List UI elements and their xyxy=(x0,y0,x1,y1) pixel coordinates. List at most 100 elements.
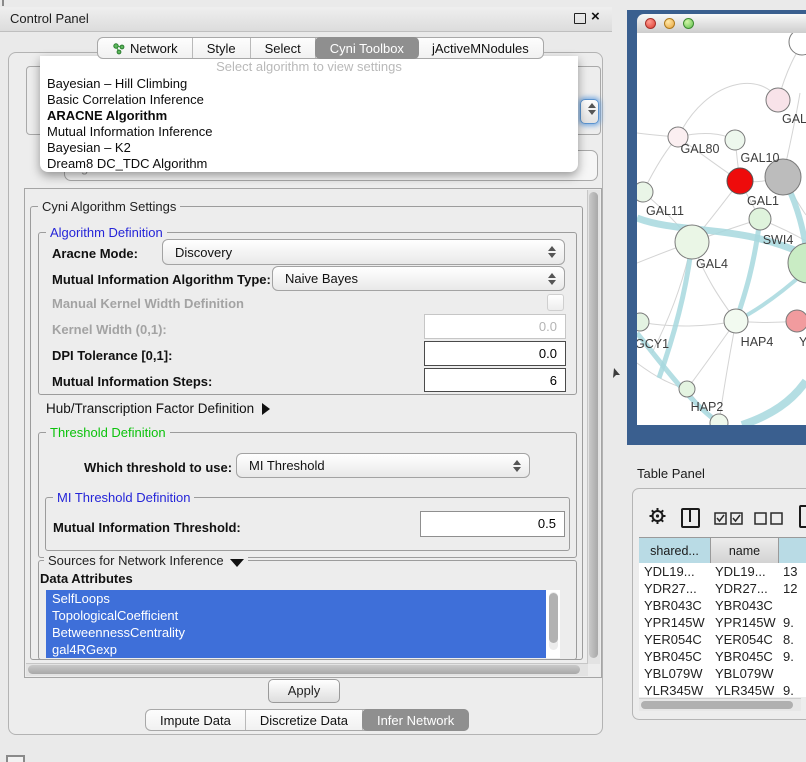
table-row[interactable]: YBL079WYBL079W xyxy=(639,665,806,682)
data-attributes-list: SelfLoops TopologicalCoefficient Between… xyxy=(46,590,560,658)
control-panel-tabs: Network Style Select Cyni Toolbox jActiv… xyxy=(97,37,544,59)
column-header-partial[interactable] xyxy=(779,538,806,564)
tab-cyni-toolbox[interactable]: Cyni Toolbox xyxy=(315,37,419,59)
svg-text:SWI4: SWI4 xyxy=(763,233,794,247)
svg-text:GAL1: GAL1 xyxy=(747,194,779,208)
node-swi4 xyxy=(749,208,771,230)
list-item[interactable]: SelfLoops xyxy=(46,590,546,607)
dpi-tolerance-field[interactable]: 0.0 xyxy=(424,341,566,366)
mi-threshold-field[interactable]: 0.5 xyxy=(420,511,565,537)
algorithm-definition-title: Algorithm Definition xyxy=(46,225,167,240)
list-scrollbar[interactable] xyxy=(549,592,558,650)
algorithm-dropdown-popup: Select algorithm to view settings Bayesi… xyxy=(40,56,578,172)
svg-text:HAP4: HAP4 xyxy=(741,335,774,349)
popup-item[interactable]: Bayesian – Hill Climbing xyxy=(40,76,578,92)
node-hap2 xyxy=(679,381,695,397)
disclosure-down-icon xyxy=(230,559,244,567)
node xyxy=(786,310,806,332)
node-gal1 xyxy=(727,168,753,194)
aracne-mode-combo[interactable]: Discovery xyxy=(162,239,565,265)
svg-text:GAL10: GAL10 xyxy=(741,151,780,165)
network-canvas[interactable]: GAL GAL80 GAL10 GAL1 SWI4 GAL11 GAL4 GCY… xyxy=(637,33,806,425)
table-row[interactable]: YBR043CYBR043C xyxy=(639,597,806,614)
popup-item[interactable]: Mutual Information Inference xyxy=(40,124,578,140)
dpi-tolerance-label: DPI Tolerance [0,1]: xyxy=(52,348,172,363)
table-row[interactable]: YER054CYER054C8. xyxy=(639,631,806,648)
table-row[interactable]: YPR145WYPR145W9. xyxy=(639,614,806,631)
node-hap4 xyxy=(724,309,748,333)
columns-icon[interactable] xyxy=(681,508,700,528)
column-header-shared[interactable]: shared... xyxy=(639,538,711,564)
which-threshold-label: Which threshold to use: xyxy=(84,460,232,475)
node-gal11 xyxy=(637,182,653,202)
edge-artifact xyxy=(2,0,4,6)
table-horizontal-scrollbar[interactable] xyxy=(639,698,801,711)
which-threshold-combo[interactable]: MI Threshold xyxy=(236,453,530,478)
node-gcy1 xyxy=(637,313,649,331)
gear-icon[interactable] xyxy=(648,506,667,526)
tab-impute-data[interactable]: Impute Data xyxy=(146,710,246,730)
svg-text:Y: Y xyxy=(799,335,806,349)
close-icon[interactable]: × xyxy=(591,8,600,25)
list-item[interactable]: BetweennessCentrality xyxy=(46,624,546,641)
list-item[interactable]: gal4RGexp xyxy=(46,641,546,658)
data-attributes-label: Data Attributes xyxy=(40,571,133,586)
tab-network[interactable]: Network xyxy=(98,38,193,58)
table-rows: YDL19...YDL19...13 YDR27...YDR27...12 YB… xyxy=(639,563,806,697)
hub-definition-disclosure[interactable]: Hub/Transcription Factor Definition xyxy=(46,401,270,416)
threshold-definition-title: Threshold Definition xyxy=(46,425,170,440)
algorithm-combo-stepper[interactable] xyxy=(580,99,599,124)
float-window-icon[interactable] xyxy=(574,13,586,24)
kernel-width-field[interactable]: 0.0 xyxy=(424,314,566,339)
cyni-settings-title: Cyni Algorithm Settings xyxy=(38,199,180,214)
kernel-width-label: Kernel Width (0,1): xyxy=(52,322,167,337)
popup-item[interactable]: Basic Correlation Inference xyxy=(40,92,578,108)
screen: Control Panel × Network Style Select Cyn… xyxy=(0,0,806,762)
table-row[interactable]: YBR045CYBR045C9. xyxy=(639,648,806,665)
network-window-titlebar[interactable] xyxy=(637,14,806,34)
checked-boxes-icon[interactable] xyxy=(714,512,744,528)
node xyxy=(789,33,806,55)
column-header-name[interactable]: name xyxy=(711,538,779,564)
list-item[interactable]: TopologicalCoefficient xyxy=(46,607,546,624)
svg-text:GAL11: GAL11 xyxy=(646,204,684,218)
sources-title[interactable]: Sources for Network Inference xyxy=(44,553,248,568)
panel-title: Control Panel xyxy=(10,11,89,26)
mouse-cursor xyxy=(612,368,621,379)
tab-select[interactable]: Select xyxy=(251,38,316,58)
document-icon[interactable] xyxy=(799,505,806,528)
table-header-row: shared... name xyxy=(639,537,806,565)
minimized-panel-icon[interactable] xyxy=(6,755,25,762)
unchecked-boxes-icon[interactable] xyxy=(754,512,784,528)
tab-discretize-data[interactable]: Discretize Data xyxy=(246,710,363,730)
popup-item-selected[interactable]: ARACNE Algorithm xyxy=(40,108,578,124)
tab-jactivemnodules[interactable]: jActiveMNodules xyxy=(418,38,543,58)
vertical-scrollbar[interactable] xyxy=(587,190,600,664)
disclosure-right-icon xyxy=(262,403,270,415)
mi-steps-label: Mutual Information Steps: xyxy=(52,374,212,389)
stepper-icon xyxy=(544,246,560,258)
table-row[interactable]: YLR345WYLR345W9. xyxy=(639,682,806,697)
popup-placeholder: Select algorithm to view settings xyxy=(40,59,578,76)
node-gal10 xyxy=(725,130,745,150)
apply-button[interactable]: Apply xyxy=(268,679,340,703)
mi-algorithm-type-combo[interactable]: Naive Bayes xyxy=(272,266,565,291)
mi-threshold-group-title: MI Threshold Definition xyxy=(53,490,194,505)
popup-item[interactable]: Bayesian – K2 xyxy=(40,140,578,156)
mi-algorithm-type-label: Mutual Information Algorithm Type: xyxy=(52,272,271,287)
zoom-traffic-light[interactable] xyxy=(683,18,694,29)
tab-infer-network[interactable]: Infer Network xyxy=(362,709,469,731)
tab-style[interactable]: Style xyxy=(193,38,251,58)
network-icon xyxy=(112,42,125,55)
svg-text:GAL: GAL xyxy=(782,112,806,126)
table-row[interactable]: YDL19...YDL19...13 xyxy=(639,563,806,580)
manual-kernel-width-checkbox[interactable] xyxy=(547,294,564,311)
popup-item[interactable]: Dream8 DC_TDC Algorithm xyxy=(40,156,578,172)
minimize-traffic-light[interactable] xyxy=(664,18,675,29)
close-traffic-light[interactable] xyxy=(645,18,656,29)
control-panel-titlebar: Control Panel × xyxy=(0,7,612,32)
horizontal-scrollbar[interactable] xyxy=(26,663,588,676)
mi-steps-field[interactable]: 6 xyxy=(424,368,566,392)
table-row[interactable]: YDR27...YDR27...12 xyxy=(639,580,806,597)
table-panel-title: Table Panel xyxy=(637,466,705,481)
